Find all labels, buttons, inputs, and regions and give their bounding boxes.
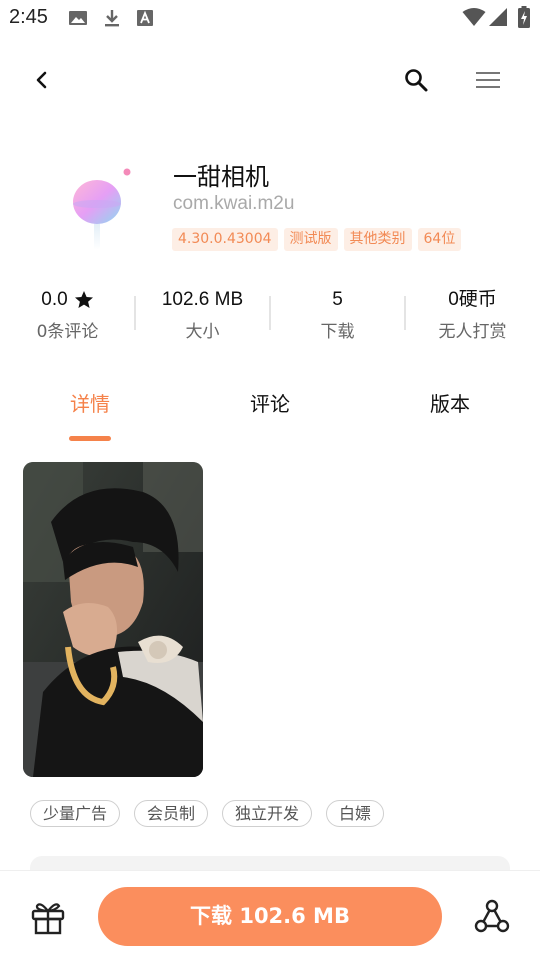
app-notification-icon [136, 8, 154, 32]
tab-details[interactable]: 详情 [0, 388, 180, 417]
app-package-name: com.kwai.m2u [173, 193, 295, 214]
wifi-icon [462, 7, 486, 31]
stat-coins[interactable]: 0硬币 无人打赏 [405, 286, 540, 342]
share-nodes-icon [474, 899, 510, 933]
share-button[interactable] [472, 897, 512, 937]
size-value: 102.6 MB [161, 289, 244, 310]
tag-list: 少量广告 会员制 独立开发 白嫖 [30, 800, 385, 827]
app-screenshot[interactable] [23, 462, 203, 777]
signal-icon [488, 7, 508, 31]
rating-label: 0条评论 [36, 322, 99, 342]
chevron-left-icon [36, 71, 47, 89]
battery-charging-icon [518, 6, 530, 32]
category-badge: 其他类别 [343, 228, 412, 251]
tag-few-ads[interactable]: 少量广告 [30, 800, 121, 827]
menu-button[interactable] [468, 60, 508, 100]
tab-versions[interactable]: 版本 [360, 388, 540, 417]
downloads-value: 5 [332, 289, 343, 310]
tab-comments[interactable]: 评论 [180, 388, 360, 417]
back-button[interactable] [22, 60, 62, 100]
gift-icon [31, 903, 65, 935]
status-bar: 2:45 [0, 0, 540, 36]
tag-free[interactable]: 白嫖 [326, 800, 385, 827]
stat-divider [404, 296, 406, 330]
lollipop-logo-icon [73, 168, 131, 250]
version-badge: 4.30.0.43004 [172, 228, 278, 251]
download-notification-icon [102, 8, 122, 32]
download-button[interactable]: 下载 102.6 MB [98, 887, 442, 946]
stat-downloads: 5 下载 [270, 286, 405, 342]
downloads-label: 下载 [320, 322, 355, 342]
screenshot-photo [23, 462, 203, 777]
coins-label: 无人打赏 [438, 322, 507, 342]
status-time: 2:45 [9, 6, 48, 28]
coins-value: 0硬币 [448, 289, 497, 310]
tag-membership[interactable]: 会员制 [134, 800, 209, 827]
image-notification-icon [68, 8, 88, 32]
stat-rating[interactable]: 0.0 0条评论 [0, 286, 135, 342]
tag-indie-dev[interactable]: 独立开发 [222, 800, 313, 827]
stat-size: 102.6 MB 大小 [135, 286, 270, 342]
app-badges: 4.30.0.43004 测试版 其他类别 64位 [172, 228, 462, 251]
stat-divider [269, 296, 271, 330]
gift-button[interactable] [28, 897, 68, 937]
size-label: 大小 [185, 322, 220, 342]
app-name: 一甜相机 [173, 163, 269, 191]
app-icon [62, 160, 142, 260]
search-icon [405, 69, 428, 92]
bottom-action-bar: 下载 102.6 MB [0, 870, 540, 960]
hamburger-menu-icon [476, 72, 500, 88]
search-button[interactable] [396, 60, 436, 100]
top-app-bar [0, 48, 540, 108]
test-version-badge: 测试版 [283, 228, 338, 251]
architecture-badge: 64位 [417, 228, 462, 251]
star-icon [74, 291, 93, 308]
rating-value: 0.0 [41, 289, 68, 310]
stat-divider [134, 296, 136, 330]
tab-indicator [69, 436, 111, 441]
